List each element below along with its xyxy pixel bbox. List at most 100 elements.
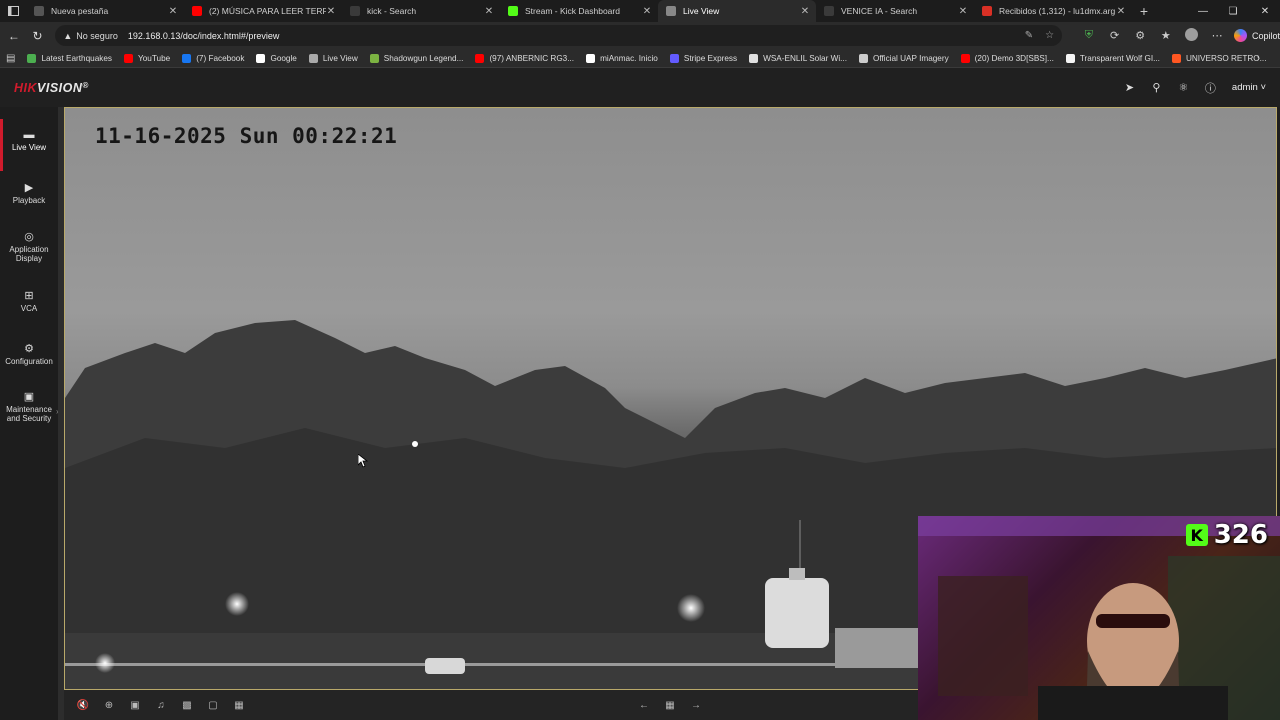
bookmark-item[interactable]: Shadowgun Legend... [369, 53, 463, 63]
bookmark-favicon-icon [27, 53, 37, 63]
more-menu-icon[interactable]: ⋯ [1204, 29, 1230, 42]
tab-favicon-icon [508, 6, 518, 16]
close-tab-icon[interactable]: ✕ [800, 6, 810, 17]
copilot-button[interactable]: Copilot [1234, 29, 1280, 42]
bookmark-item[interactable]: WSA-ENLIL Solar Wi... [749, 53, 847, 63]
close-tab-icon[interactable]: ✕ [642, 6, 652, 17]
bookmark-item[interactable]: Live View [308, 53, 358, 63]
pen-icon[interactable]: ✎ [1025, 30, 1033, 41]
browser-tab[interactable]: kick - Search ✕ [342, 0, 500, 22]
record-icon[interactable]: ▩ [179, 697, 195, 713]
address-bar: ← ↻ ▲ No seguro 192.168.0.13/doc/index.h… [0, 22, 1280, 49]
close-tab-icon[interactable]: ✕ [484, 6, 494, 17]
bookmark-favicon-icon [369, 53, 379, 63]
browser-tab[interactable]: (2) MÚSICA PARA LEER TERROR Y✕ [184, 0, 342, 22]
favorite-star-icon[interactable]: ☆ [1045, 30, 1054, 41]
application-icon: ◎ [24, 231, 34, 243]
close-tab-icon[interactable]: ✕ [168, 6, 178, 17]
minimize-button[interactable]: — [1188, 0, 1218, 22]
browser-tab[interactable]: Live View ✕ [658, 0, 816, 22]
nav-item-label: Live View [11, 143, 47, 152]
url-text[interactable]: 192.168.0.13/doc/index.html#/preview [128, 31, 1013, 41]
security-label[interactable]: No seguro [76, 31, 118, 41]
info-icon[interactable]: ⓘ [1197, 80, 1224, 96]
search-icon[interactable]: ⚲ [1143, 81, 1170, 94]
bookmark-item[interactable]: UNIVERSO RETRO... [1171, 53, 1266, 63]
nav-item-label: Playback [12, 196, 46, 205]
favorites-icon[interactable]: ★ [1153, 29, 1179, 42]
bookmark-favicon-icon [586, 53, 596, 63]
bookmark-item[interactable]: Latest Earthquakes [27, 53, 112, 63]
kick-logo-icon: K [1185, 524, 1208, 546]
tab-actions-icon[interactable] [0, 0, 26, 22]
nav-item-maintenance-and-security[interactable]: ▣ Maintenance and Security [0, 392, 58, 424]
user-name: admin [1231, 82, 1258, 93]
extensions-icon[interactable]: ⚙ [1127, 29, 1153, 42]
microphone-icon[interactable]: ♫ [153, 697, 169, 713]
bookmarks-overflow-icon[interactable]: › [1257, 53, 1260, 64]
bookmark-label: Official UAP Imagery [872, 53, 949, 63]
bookmark-favicon-icon [308, 53, 318, 63]
bookmark-item[interactable]: Stripe Express [669, 53, 737, 63]
browser-tab[interactable]: VENICE IA - Search ✕ [816, 0, 974, 22]
tab-favicon-icon [350, 6, 360, 16]
bookmark-label: miAnmac. Inicio [600, 53, 658, 63]
previous-icon[interactable]: ← [636, 697, 652, 713]
profile-avatar[interactable] [1179, 27, 1205, 44]
reload-button[interactable]: ↻ [26, 24, 50, 48]
layout-icon[interactable]: ▦ [662, 697, 678, 713]
nav-item-vca[interactable]: ⊞ VCA [0, 291, 58, 314]
bookmark-favicon-icon [960, 53, 970, 63]
tab-title: Live View [683, 6, 720, 16]
reading-list-icon[interactable]: ▤ [6, 53, 15, 64]
shield-extension-icon[interactable]: ⛨ [1076, 29, 1102, 42]
digital-zoom-icon[interactable]: ▢ [205, 697, 221, 713]
refresh-extension-icon[interactable]: ⟳ [1102, 29, 1128, 42]
browser-tab[interactable]: Nueva pestaña ✕ [26, 0, 184, 22]
bookmark-label: Live View [322, 53, 358, 63]
nav-item-live-view[interactable]: ▬ Live View [0, 119, 58, 171]
user-menu[interactable]: admin ˅ [1232, 82, 1266, 93]
browser-tab[interactable]: Recibidos (1,312) - lu1dmx.arg@ ✕ [974, 0, 1132, 22]
next-icon[interactable]: → [688, 697, 704, 713]
restore-button[interactable]: ❏ [1218, 0, 1248, 22]
new-tab-button[interactable]: + [1132, 3, 1156, 19]
fullscreen-frame-icon[interactable]: ▦ [231, 697, 247, 713]
bookmark-favicon-icon [475, 53, 485, 63]
bookmark-item[interactable]: (7) Facebook [182, 53, 245, 63]
zoom-icon[interactable]: ⊕ [101, 697, 117, 713]
bookmark-item[interactable]: (97) ANBERNIC RG3... [475, 53, 574, 63]
bookmark-item[interactable]: miAnmac. Inicio [586, 53, 658, 63]
nav-item-playback[interactable]: ▶ Playback [0, 183, 58, 206]
bookmark-item[interactable]: Official UAP Imagery [858, 53, 949, 63]
tab-favicon-icon [34, 6, 44, 16]
bookmark-item[interactable]: Transparent Wolf GI... [1065, 53, 1160, 63]
tab-title: (2) MÚSICA PARA LEER TERROR Y [209, 6, 326, 16]
mute-icon[interactable]: 🔇 [75, 697, 91, 713]
bookmark-label: (7) Facebook [196, 53, 245, 63]
chevron-down-icon: ˅ [1260, 82, 1266, 93]
bookmark-item[interactable]: YouTube [124, 53, 170, 63]
network-icon[interactable]: ⚛ [1170, 81, 1197, 94]
url-input[interactable]: ▲ No seguro 192.168.0.13/doc/index.html#… [55, 25, 1063, 46]
capture-camera-icon[interactable]: ▣ [127, 697, 143, 713]
send-icon[interactable]: ➤ [1116, 81, 1143, 94]
bookmark-item[interactable]: (20) Demo 3D[SBS]... [960, 53, 1054, 63]
close-tab-icon[interactable]: ✕ [1116, 6, 1126, 17]
close-tab-icon[interactable]: ✕ [326, 6, 336, 17]
close-tab-icon[interactable]: ✕ [958, 6, 968, 17]
browser-tab[interactable]: Stream - Kick Dashboard ✕ [500, 0, 658, 22]
warning-icon[interactable]: ▲ [63, 31, 72, 41]
nav-item-label: Configuration [5, 357, 53, 366]
tab-title: VENICE IA - Search [841, 6, 918, 16]
back-button[interactable]: ← [2, 24, 26, 48]
nav-item-configuration[interactable]: ⚙ Configuration [0, 344, 58, 367]
tab-favicon-icon [824, 6, 834, 16]
close-window-button[interactable]: ✕ [1250, 0, 1280, 22]
viewer-count: 326 [1213, 520, 1268, 550]
nav-item-application-display[interactable]: ◎ Application Display [0, 231, 58, 264]
osd-timestamp: 11-16-2025 Sun 00:22:21 [95, 124, 398, 148]
live-view-icon: ▬ [23, 129, 35, 141]
tab-title: kick - Search [367, 6, 417, 16]
bookmark-item[interactable]: Google [256, 53, 297, 63]
